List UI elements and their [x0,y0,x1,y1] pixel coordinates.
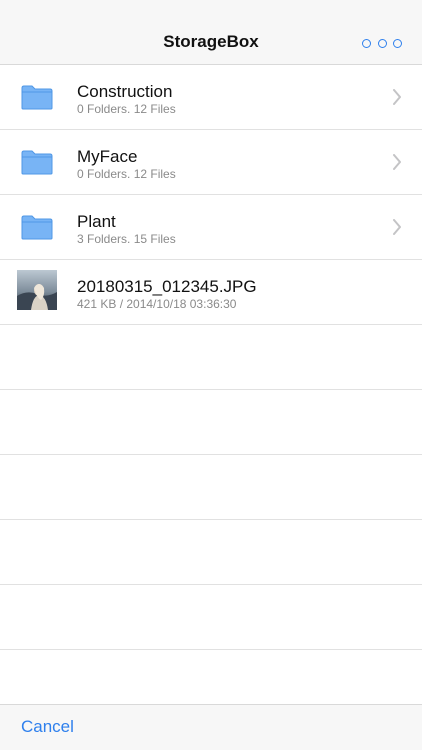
list-item-file[interactable]: 20180315_012345.JPG 421 KB / 2014/10/18 … [0,260,422,325]
item-meta: 0 Folders. 12 Files [77,167,176,181]
item-meta: 0 Folders. 12 Files [77,102,176,116]
chevron-right-icon [393,154,401,170]
empty-row [0,585,422,650]
list-item-folder[interactable]: Plant 3 Folders. 15 Files [0,195,422,260]
file-name: 20180315_012345.JPG [77,277,257,296]
folder-icon [21,150,53,175]
cancel-button[interactable]: Cancel [21,717,74,737]
empty-row [0,325,422,390]
more-dot-icon [377,38,387,48]
image-thumbnail [17,270,57,310]
navigation-bar: StorageBox [0,0,422,65]
folder-icon [21,215,53,240]
folder-icon [21,85,53,110]
chevron-right-icon [393,219,401,235]
chevron-right-icon [393,89,401,105]
empty-row [0,390,422,455]
list-item-folder[interactable]: MyFace 0 Folders. 12 Files [0,130,422,195]
item-name: Construction [77,82,173,101]
bottom-toolbar: Cancel [0,704,422,750]
file-list: Construction 0 Folders. 12 Files MyFace … [0,65,422,715]
list-item-folder[interactable]: Construction 0 Folders. 12 Files [0,65,422,130]
page-title: StorageBox [163,32,259,51]
file-meta: 421 KB / 2014/10/18 03:36:30 [77,297,237,311]
item-meta: 3 Folders. 15 Files [77,232,176,246]
empty-row [0,520,422,585]
item-name: MyFace [77,147,138,166]
more-dot-icon [362,38,371,48]
more-options-button[interactable] [362,35,402,51]
empty-row [0,455,422,520]
item-name: Plant [77,212,116,231]
more-dot-icon [393,38,402,48]
